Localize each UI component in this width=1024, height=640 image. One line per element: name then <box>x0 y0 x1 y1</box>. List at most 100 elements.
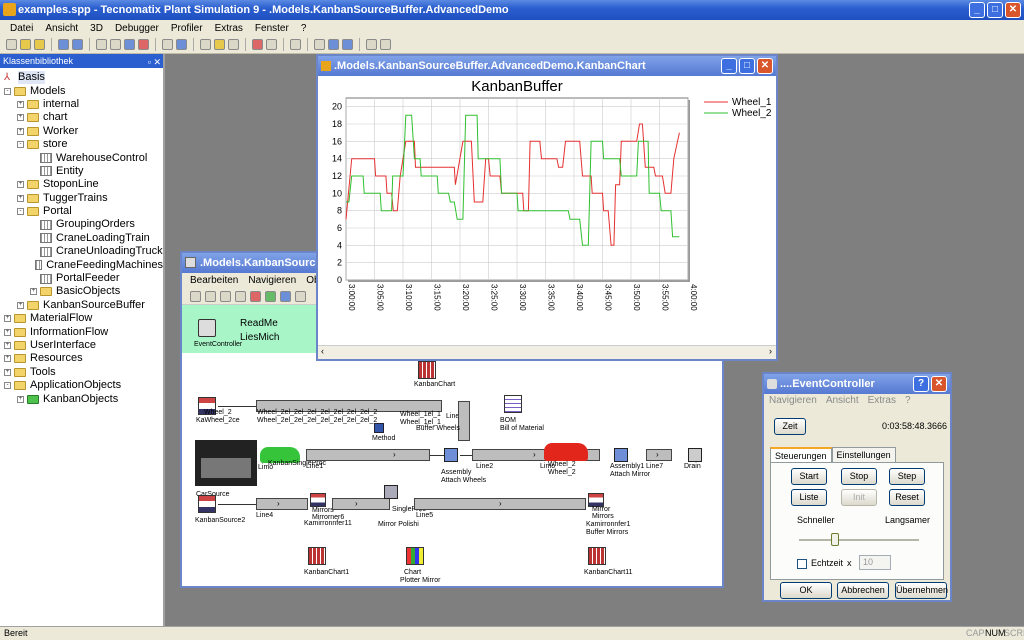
chart-icon[interactable] <box>406 547 424 565</box>
expand-icon[interactable]: + <box>17 127 24 135</box>
layout-icon[interactable] <box>328 39 339 50</box>
scroll-left-icon[interactable]: ‹ <box>321 346 324 356</box>
init-icon[interactable] <box>220 290 231 302</box>
drain-icon[interactable] <box>688 448 702 462</box>
close-icon[interactable]: ✕ <box>1005 2 1021 18</box>
tree-node[interactable]: - ApplicationObjects <box>0 379 163 392</box>
menu-datei[interactable]: Datei <box>4 23 39 34</box>
event-controller-icon[interactable] <box>190 290 201 302</box>
tab-steuerungen[interactable]: Steuerungen <box>770 447 832 463</box>
3d-view-icon[interactable] <box>266 39 277 50</box>
zoom-icon[interactable] <box>380 39 391 50</box>
menu-profiler[interactable]: Profiler <box>165 23 209 34</box>
open-icon[interactable] <box>20 39 31 50</box>
expand-icon[interactable]: + <box>4 355 11 363</box>
kanbanchart11-icon[interactable] <box>588 547 606 565</box>
menu-navigieren[interactable]: Navigieren <box>769 394 817 408</box>
menu-debugger[interactable]: Debugger <box>109 23 165 34</box>
tower-icon[interactable] <box>228 39 239 50</box>
tree-node[interactable]: WarehouseControl <box>0 151 163 164</box>
liste-button[interactable]: Liste <box>791 489 827 506</box>
expand-icon[interactable]: + <box>4 328 11 336</box>
readme-label[interactable]: ReadMe <box>240 318 278 329</box>
tree-node[interactable]: + StoponLine <box>0 178 163 191</box>
tree-node[interactable]: + UserInterface <box>0 339 163 352</box>
help-icon[interactable] <box>176 39 187 50</box>
menu-fenster[interactable]: Fenster <box>249 23 295 34</box>
limo-red-car-icon[interactable] <box>544 443 588 461</box>
assembly-station-icon[interactable] <box>444 448 458 462</box>
event-controller-object-icon[interactable] <box>198 319 216 337</box>
chart-maximize-icon[interactable]: □ <box>739 58 755 74</box>
liesmich-label[interactable]: LiesMich <box>240 332 279 343</box>
stopwatch-icon[interactable] <box>235 290 246 302</box>
tree-node[interactable]: + TuggerTrains <box>0 192 163 205</box>
step-button[interactable]: Step <box>889 468 925 485</box>
tree-node[interactable]: CraneLoadingTrain <box>0 232 163 245</box>
tree-node[interactable]: + BasicObjects <box>0 285 163 298</box>
car-source-factory-icon[interactable] <box>195 440 257 486</box>
tree-node[interactable]: + MaterialFlow <box>0 312 163 325</box>
menu-bearbeiten[interactable]: Bearbeiten <box>190 273 238 288</box>
pin-close-icon[interactable]: ▫ ✕ <box>148 55 161 69</box>
event-close-icon[interactable]: ✕ <box>931 376 947 392</box>
menu-help[interactable]: ? <box>905 394 911 408</box>
echtzeit-checkbox[interactable] <box>797 559 807 569</box>
menu-ansicht[interactable]: Ansicht <box>826 394 859 408</box>
windows-icon[interactable] <box>162 39 173 50</box>
menu-extras[interactable]: Extras <box>209 23 249 34</box>
tree-node[interactable]: + Resources <box>0 352 163 365</box>
ok-button[interactable]: OK <box>780 582 832 599</box>
chart-horizontal-scrollbar[interactable]: ‹ › <box>318 345 776 359</box>
expand-icon[interactable]: + <box>30 288 37 296</box>
tree-node[interactable]: - Models <box>0 84 163 97</box>
tree-node[interactable]: + InformationFlow <box>0 325 163 338</box>
tree-node[interactable]: + chart <box>0 111 163 124</box>
kanbanchart1-icon[interactable] <box>308 547 326 565</box>
chart-close-icon[interactable]: ✕ <box>757 58 773 74</box>
trash-icon[interactable] <box>295 290 306 302</box>
grid-icon[interactable] <box>342 39 353 50</box>
menu-extras[interactable]: Extras <box>868 394 896 408</box>
line1-conveyor[interactable]: › <box>306 449 430 461</box>
mirror-conveyor[interactable]: › <box>332 498 390 510</box>
line7-conveyor[interactable]: › <box>646 449 672 461</box>
expand-icon[interactable]: + <box>4 368 11 376</box>
tree-node[interactable]: + Worker <box>0 125 163 138</box>
chart-minimize-icon[interactable]: _ <box>721 58 737 74</box>
menu-navigieren[interactable]: Navigieren <box>248 273 296 288</box>
expand-icon[interactable]: + <box>17 301 24 309</box>
bom-icon[interactable] <box>504 395 522 413</box>
rewind-icon[interactable] <box>250 290 261 302</box>
kanbansource2-icon[interactable] <box>198 495 216 513</box>
collapse-icon[interactable]: - <box>4 382 11 390</box>
line5-conveyor[interactable]: › <box>414 498 586 510</box>
tree-node[interactable]: ⅄ Basis <box>0 71 163 85</box>
save-all-icon[interactable] <box>72 39 83 50</box>
3d-icon[interactable] <box>252 39 263 50</box>
expand-icon[interactable]: + <box>17 114 24 122</box>
uebernehmen-button[interactable]: Übernehmen <box>895 582 948 599</box>
favorites-icon[interactable] <box>138 39 149 50</box>
start-button[interactable]: Start <box>791 468 827 485</box>
tree-node[interactable]: - Portal <box>0 205 163 218</box>
tree-node[interactable]: + Tools <box>0 366 163 379</box>
expand-icon[interactable]: + <box>17 181 24 189</box>
tree-node[interactable]: GroupingOrders <box>0 218 163 231</box>
save-icon[interactable] <box>58 39 69 50</box>
stop-button[interactable]: Stop <box>841 468 877 485</box>
singleproc-icon[interactable] <box>384 485 398 499</box>
speed-slider-thumb[interactable] <box>831 533 839 546</box>
menu-3d[interactable]: 3D <box>84 23 109 34</box>
tree-node[interactable]: - store <box>0 138 163 151</box>
open-folder-icon[interactable] <box>34 39 45 50</box>
align-icon[interactable] <box>314 39 325 50</box>
reset-button[interactable]: Reset <box>889 489 925 506</box>
tree-node[interactable]: Entity <box>0 165 163 178</box>
frame-icon[interactable] <box>366 39 377 50</box>
expand-icon[interactable]: + <box>4 315 11 323</box>
tree-node[interactable]: CraneUnloadingTruck <box>0 245 163 258</box>
clock-icon[interactable] <box>200 39 211 50</box>
kanbanchart-icon[interactable] <box>418 361 436 379</box>
tree-node[interactable]: + KanbanSourceBuffer <box>0 299 163 312</box>
